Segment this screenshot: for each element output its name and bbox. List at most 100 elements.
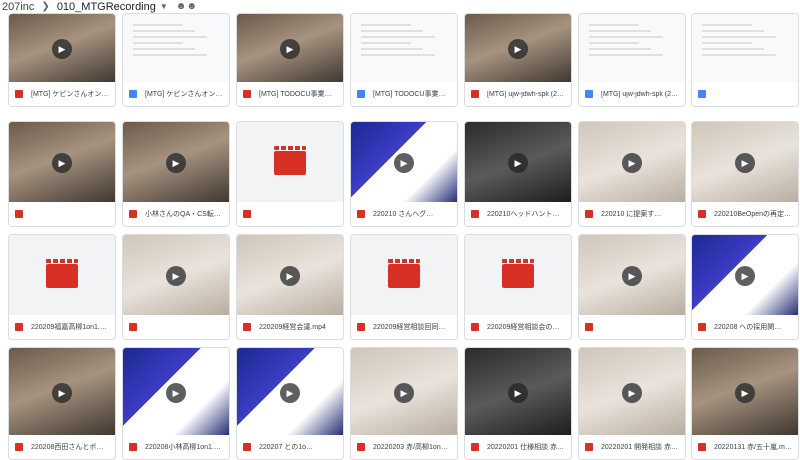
file-label: 220210BeOpenの再定義… [692, 202, 798, 226]
play-icon[interactable]: ▶ [52, 153, 72, 173]
file-label: 220209経営会議.mp4 [237, 315, 343, 339]
breadcrumb-root[interactable]: 207inc [2, 0, 34, 14]
text-line [702, 24, 752, 26]
file-name: 220209経営相談回同さ… [373, 324, 451, 331]
caret-down-icon[interactable]: ▼ [160, 0, 168, 14]
play-icon[interactable]: ▶ [735, 153, 755, 173]
file-label: 20220131 赤/五十嵐.mp4 [692, 435, 798, 459]
file-label: 220210 に提案す… [579, 202, 685, 226]
play-icon[interactable]: ▶ [622, 382, 642, 403]
file-tile[interactable]: ▶ 220208小林高柳1on1.m… [122, 347, 230, 460]
file-name: [MTG] ケビンさんオンボ… [145, 91, 223, 98]
file-tile[interactable]: ▶ 20220201 開発相談 赤/… [578, 347, 686, 460]
file-tile[interactable]: ▶ [MTG] TODOCU事業部定… [236, 13, 344, 107]
video-file-icon [15, 210, 23, 218]
play-icon[interactable]: ▶ [52, 39, 72, 59]
video-file-icon [698, 323, 706, 331]
file-label [692, 82, 798, 106]
file-tile[interactable]: 220209経営相談回同さ… [350, 234, 458, 340]
file-label: 20220201 仕様相談 赤/… [465, 435, 571, 459]
play-icon[interactable]: ▶ [280, 266, 300, 286]
file-tile[interactable]: ▶ [122, 234, 230, 340]
file-label: 220208 への採用関… [692, 315, 798, 339]
file-label: 220207 との1o… [237, 435, 343, 459]
file-tile[interactable]: ▶ 220210 さんヘグ… [350, 121, 458, 227]
play-icon[interactable]: ▶ [280, 382, 300, 403]
file-tile[interactable]: ▶ [MTG] ケビンさんオンボ… [8, 13, 116, 107]
play-icon[interactable]: ▶ [622, 153, 642, 173]
file-tile[interactable]: ▶ 小林さんのQA・CS転身… [122, 121, 230, 227]
video-file-icon [243, 210, 251, 218]
video-file-icon [243, 323, 251, 331]
text-line [702, 36, 776, 38]
video-thumbnail: ▶ [692, 235, 798, 317]
play-icon[interactable]: ▶ [735, 266, 755, 286]
video-thumbnail: ▶ [237, 348, 343, 437]
file-label: [MTG] TODOCU事業部定… [351, 82, 457, 106]
document-thumbnail [579, 14, 685, 84]
file-tile[interactable]: ▶ 220208 への採用関… [691, 234, 799, 340]
video-file-icon [698, 210, 706, 218]
play-icon[interactable]: ▶ [508, 382, 528, 403]
file-tile[interactable]: ▶ [578, 234, 686, 340]
text-line [589, 54, 663, 56]
play-icon[interactable]: ▶ [735, 382, 755, 403]
file-tile[interactable]: ▶ 220210 に提案す… [578, 121, 686, 227]
video-file-icon [129, 210, 137, 218]
file-tile[interactable]: ▶ 220207 との1o… [236, 347, 344, 460]
play-icon[interactable]: ▶ [52, 382, 72, 403]
play-icon[interactable]: ▶ [394, 153, 414, 173]
play-icon[interactable]: ▶ [166, 266, 186, 286]
file-name: 220208小林高柳1on1.m… [145, 444, 223, 451]
file-tile[interactable]: 220209経営相談会の準… [464, 234, 572, 340]
play-icon[interactable]: ▶ [394, 382, 414, 403]
text-line [589, 24, 639, 26]
file-tile[interactable] [236, 121, 344, 227]
file-tile[interactable]: ▶ 220210ヘッドハントリ… [464, 121, 572, 227]
file-name: 220207 との1o… [259, 444, 314, 451]
video-file-icon [585, 443, 593, 451]
chevron-right-icon: ❯ [41, 1, 50, 12]
file-name: 20220201 開発相談 赤/… [601, 444, 679, 451]
file-label: [MTG] ケビンさんオンボ… [123, 82, 229, 106]
file-tile[interactable]: ▶ [MTG] ujw-jdwh-spk (20… [464, 13, 572, 107]
file-tile[interactable]: [MTG] ujw-jdwh-spk (20… [578, 13, 686, 107]
play-icon[interactable]: ▶ [622, 266, 642, 286]
play-icon[interactable]: ▶ [280, 39, 300, 59]
file-name: 20220131 赤/五十嵐.mp4 [714, 444, 792, 451]
file-tile[interactable]: ▶ 220210BeOpenの再定義… [691, 121, 799, 227]
text-line [702, 48, 764, 50]
file-label: 220210ヘッドハントリ… [465, 202, 571, 226]
file-tile[interactable] [691, 13, 799, 107]
video-file-icon [357, 323, 365, 331]
file-tile[interactable]: 220209福嘉高柳1on1.m… [8, 234, 116, 340]
play-icon[interactable]: ▶ [508, 39, 528, 59]
file-tile[interactable]: [MTG] TODOCU事業部定… [350, 13, 458, 107]
play-icon[interactable]: ▶ [508, 153, 528, 173]
play-icon[interactable]: ▶ [166, 382, 186, 403]
file-label: 220209経営相談会の準… [465, 315, 571, 339]
file-tile[interactable]: ▶ 220208西田さんとボジ… [8, 347, 116, 460]
file-name: 220210BeOpenの再定義… [714, 211, 792, 218]
breadcrumb-current-folder[interactable]: 010_MTGRecording [57, 0, 156, 14]
file-tile[interactable]: ▶ [8, 121, 116, 227]
file-label [579, 315, 685, 339]
file-name: 20220203 赤/高柳1on1… [373, 444, 451, 451]
play-icon[interactable]: ▶ [166, 153, 186, 173]
text-line [589, 30, 651, 32]
file-tile[interactable]: ▶ 20220203 赤/高柳1on1… [350, 347, 458, 460]
file-tile[interactable]: ▶ 220209経営会議.mp4 [236, 234, 344, 340]
text-line [133, 36, 207, 38]
file-tile[interactable]: ▶ 20220201 仕様相談 赤/… [464, 347, 572, 460]
text-line [589, 36, 663, 38]
file-name: 220209経営会議.mp4 [259, 324, 326, 331]
file-label: [MTG] ujw-jdwh-spk (20… [465, 82, 571, 106]
file-name: 220209福嘉高柳1on1.m… [31, 324, 109, 331]
video-file-icon [15, 90, 23, 98]
file-tile[interactable]: ▶ 20220131 赤/五十嵐.mp4 [691, 347, 799, 460]
file-name: [MTG] TODOCU事業部定… [373, 91, 451, 98]
file-tile[interactable]: [MTG] ケビンさんオンボ… [122, 13, 230, 107]
video-file-icon [471, 90, 479, 98]
people-icon[interactable]: ☻☻ [176, 0, 197, 14]
video-placeholder-thumbnail [351, 235, 457, 317]
